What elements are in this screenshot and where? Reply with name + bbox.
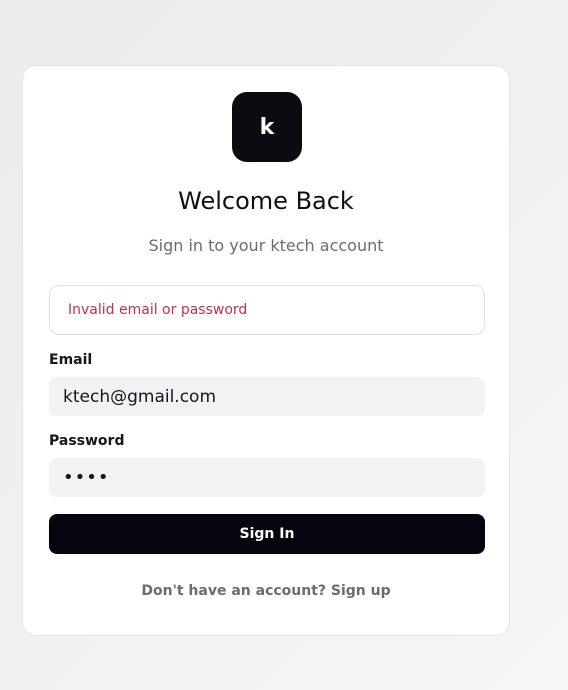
logo: k bbox=[232, 92, 302, 162]
email-field[interactable] bbox=[49, 377, 485, 416]
email-label: Email bbox=[49, 352, 93, 368]
page-subtitle: Sign in to your ktech account bbox=[148, 236, 384, 255]
sign-in-button[interactable]: Sign In bbox=[49, 514, 485, 554]
signup-prompt-text: Don't have an account? bbox=[141, 583, 327, 599]
password-label: Password bbox=[49, 433, 125, 449]
logo-letter: k bbox=[259, 114, 275, 140]
sign-up-link[interactable]: Sign up bbox=[331, 583, 391, 599]
signup-prompt: Don't have an account? Sign up bbox=[23, 583, 509, 599]
page-title: Welcome Back bbox=[178, 187, 354, 215]
login-card: k Welcome Back Sign in to your ktech acc… bbox=[22, 65, 510, 636]
password-field[interactable] bbox=[49, 458, 485, 497]
error-message: Invalid email or password bbox=[68, 302, 248, 318]
error-alert: Invalid email or password bbox=[49, 285, 485, 335]
